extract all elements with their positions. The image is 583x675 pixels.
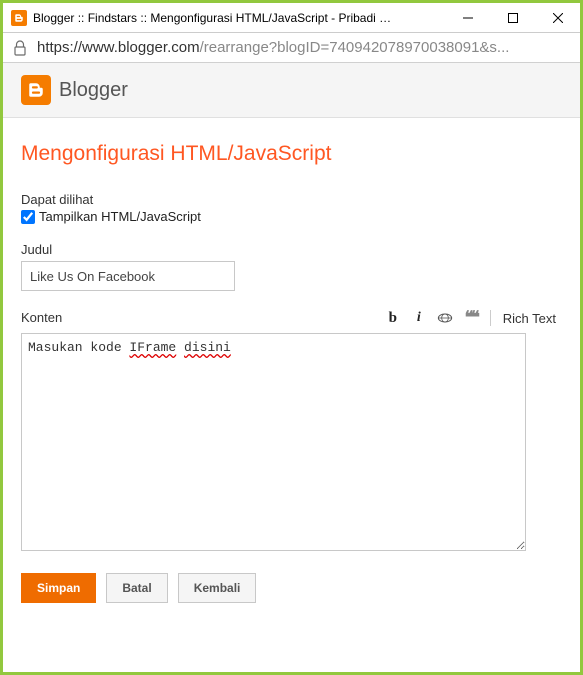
bold-button[interactable]: b: [384, 309, 402, 327]
content-field-label: Konten: [21, 310, 384, 325]
content-area: Mengonfigurasi HTML/JavaScript Dapat dil…: [3, 118, 580, 617]
lock-icon: [13, 40, 27, 56]
window-maximize-button[interactable]: [490, 3, 535, 33]
url-text: https://www.blogger.com/rearrange?blogID…: [37, 39, 570, 56]
blogger-logo-icon: [21, 75, 51, 105]
show-html-label: Tampilkan HTML/JavaScript: [39, 209, 201, 224]
app-header: Blogger: [3, 63, 580, 118]
quote-button[interactable]: ❝❝: [462, 309, 480, 327]
window-minimize-button[interactable]: [445, 3, 490, 33]
window-close-button[interactable]: [535, 3, 580, 33]
show-html-checkbox[interactable]: [21, 210, 35, 224]
page-title: Mengonfigurasi HTML/JavaScript: [21, 142, 562, 166]
editor-toolbar: b i ❝❝ Rich Text: [384, 309, 562, 327]
title-input[interactable]: [21, 261, 235, 291]
rich-text-toggle[interactable]: Rich Text: [503, 311, 556, 326]
title-field-label: Judul: [21, 242, 562, 257]
italic-button[interactable]: i: [410, 309, 428, 327]
window-title: Blogger :: Findstars :: Mengonfigurasi H…: [33, 11, 393, 25]
browser-address-bar[interactable]: https://www.blogger.com/rearrange?blogID…: [3, 33, 580, 63]
save-button[interactable]: Simpan: [21, 573, 96, 603]
visibility-row: Tampilkan HTML/JavaScript: [21, 209, 562, 224]
app-name: Blogger: [59, 79, 128, 102]
blogger-favicon: [11, 10, 27, 26]
toolbar-separator: [490, 310, 491, 326]
visibility-label: Dapat dilihat: [21, 192, 562, 207]
cancel-button[interactable]: Batal: [106, 573, 167, 603]
window-titlebar: Blogger :: Findstars :: Mengonfigurasi H…: [3, 3, 580, 33]
content-editor[interactable]: Masukan kode IFrame disini: [21, 333, 526, 551]
button-row: Simpan Batal Kembali: [21, 573, 562, 603]
link-button[interactable]: [436, 309, 454, 327]
back-button[interactable]: Kembali: [178, 573, 257, 603]
